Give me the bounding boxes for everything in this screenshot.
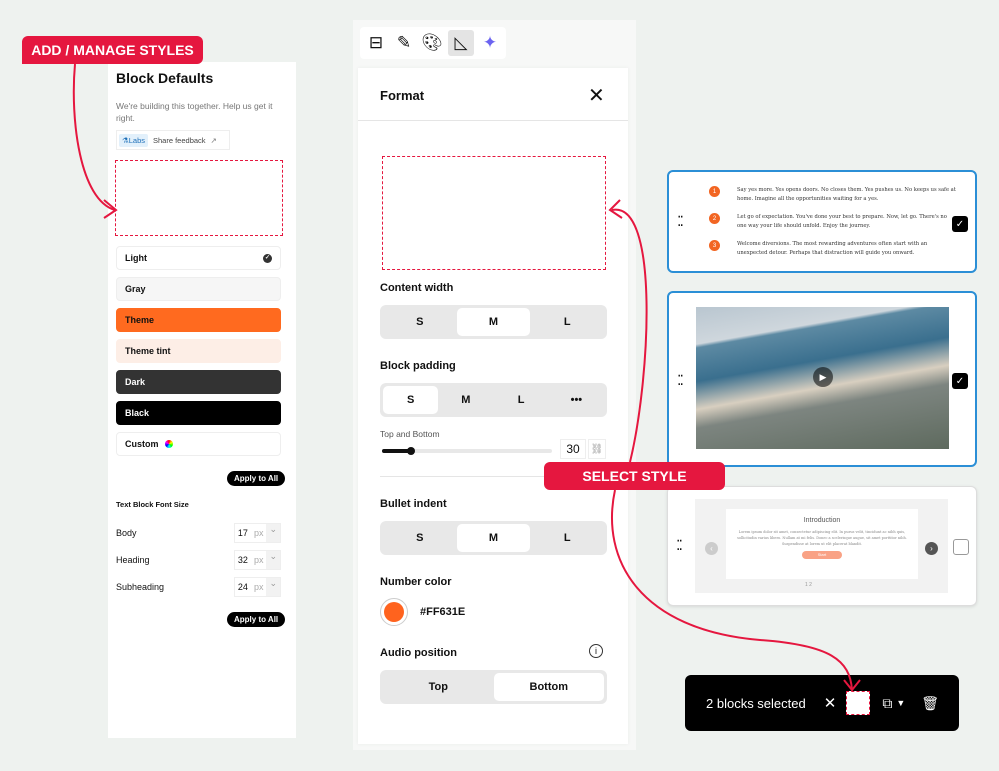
arrow-to-format-placeholder — [611, 208, 648, 463]
annotation-arrows — [72, 63, 861, 692]
arrow-to-selection-slot — [611, 489, 853, 691]
arrow-to-style-placeholder — [72, 63, 116, 211]
